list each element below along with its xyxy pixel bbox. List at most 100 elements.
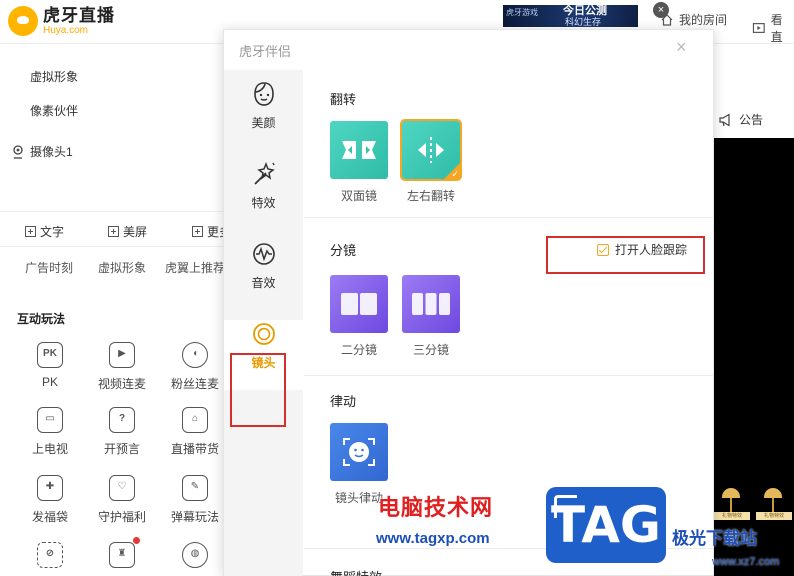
feature-row4-b[interactable]: ♜ <box>92 537 152 568</box>
scene-item-camera[interactable]: 摄像头1 <box>12 143 73 160</box>
building-icon: ♜ <box>109 537 140 568</box>
feature-label: PK <box>41 375 58 389</box>
shortcut-avatar[interactable]: 虚拟形象 <box>98 259 146 276</box>
my-room-link[interactable]: 我的房间 <box>660 11 727 28</box>
watermark-side-name: 极光下载站 <box>672 529 757 548</box>
gift-icon: ♡ <box>109 475 135 501</box>
section-flip-title: 翻转 <box>330 92 357 107</box>
shortcut-recommend[interactable]: 虎翼上推荐 <box>165 259 225 276</box>
close-icon[interactable]: × <box>676 38 687 56</box>
plus-icon <box>25 226 36 237</box>
left-panel: 虚拟形象 像素伙伴 摄像头1 文字 美屏 更多 广告时刻 虚拟形象 虎翼上推荐 … <box>0 45 232 576</box>
divider <box>304 375 714 376</box>
tab-audio-label: 音效 <box>251 276 276 290</box>
feature-danmaku[interactable]: ✎ 弹幕玩法 <box>165 475 225 525</box>
logo-text-en: Huya.com <box>43 24 89 36</box>
magic-wand-icon <box>253 161 275 185</box>
banner-title: 今日公测 <box>563 5 607 17</box>
watermark-site-url: www.tagxp.com <box>376 530 490 547</box>
tab-beauty[interactable]: 美颜 <box>224 80 303 150</box>
divider <box>304 217 714 218</box>
effect-label: 双面镜 <box>340 189 377 203</box>
tab-effects[interactable]: 特效 <box>224 160 303 230</box>
horizontal-flip-thumb: ✓ <box>400 119 462 181</box>
highlight-box-lens-tab <box>230 353 286 427</box>
gift-effect-lamp: 礼物特效 <box>714 488 750 528</box>
watermark-side-url: www.xz7.com <box>712 556 780 568</box>
watch-link[interactable]: 看直 <box>752 11 794 45</box>
play-box-icon <box>752 23 765 33</box>
check-icon: ✓ <box>451 169 459 179</box>
effect-two-split[interactable]: 二分镜 <box>324 275 394 358</box>
announce-label: 公告 <box>739 113 764 127</box>
announce-button[interactable]: 公告 <box>718 111 763 128</box>
effect-label: 二分镜 <box>340 343 377 357</box>
feature-tv[interactable]: ▭ 上电视 <box>20 407 80 457</box>
feature-lucky-bag[interactable]: ✚ 发福袋 <box>20 475 80 525</box>
scene-item-avatar[interactable]: 虚拟形象 <box>30 68 78 85</box>
logo-text-cn: 虎牙直播 <box>43 5 115 25</box>
feature-prophecy[interactable]: ? 开预言 <box>92 407 152 457</box>
plus-icon <box>192 226 203 237</box>
double-mirror-thumb <box>330 121 388 179</box>
lens-icon <box>252 323 275 345</box>
effect-horizontal-flip[interactable]: ✓ 左右翻转 <box>396 119 466 204</box>
my-room-label: 我的房间 <box>679 13 728 27</box>
add-text-button[interactable]: 文字 <box>25 223 64 240</box>
mirror-icon <box>342 141 376 159</box>
feature-fan-link[interactable]: ◖ 粉丝连麦 <box>165 342 225 392</box>
huya-logo-icon <box>8 6 38 36</box>
sound-wave-icon <box>252 243 275 265</box>
add-screen-button[interactable]: 美屏 <box>108 223 147 240</box>
gift-effect-lamp: 礼物特效 <box>756 488 792 528</box>
lamp-label: 礼物特效 <box>714 512 750 520</box>
camera-label: 摄像头1 <box>30 145 73 159</box>
highlight-box-face-tracking <box>546 236 705 274</box>
three-split-icon <box>412 293 450 315</box>
three-split-thumb <box>402 275 460 333</box>
add-screen-label: 美屏 <box>123 225 148 239</box>
feature-guard-welfare[interactable]: ♡ 守护福利 <box>92 475 152 525</box>
huya-logo[interactable]: 虎牙直播 Huya.com <box>8 6 115 36</box>
video-icon: ▶ <box>109 342 135 368</box>
feature-row4-a[interactable]: ⊘ <box>20 542 80 568</box>
megaphone-icon <box>719 112 730 127</box>
interactive-section-title: 互动玩法 <box>17 312 66 326</box>
face-scan-icon <box>343 438 375 466</box>
watermark-site-name: 电脑技术网 <box>378 495 494 520</box>
shortcut-ad-time[interactable]: 广告时刻 <box>25 259 73 276</box>
slash-icon: ⊘ <box>37 542 63 568</box>
feature-live-shopping[interactable]: ⌂ 直播带货 <box>165 407 225 457</box>
ad-banner[interactable]: 虎牙游戏 今日公测 科幻生存 <box>503 5 638 27</box>
feature-label: 开预言 <box>103 442 140 456</box>
feature-video-link[interactable]: ▶ 视频连麦 <box>92 342 152 392</box>
camera-icon <box>13 144 23 159</box>
feature-label: 粉丝连麦 <box>170 377 219 391</box>
feature-label: 守护福利 <box>97 510 146 524</box>
microphone-icon: ◖ <box>182 342 208 368</box>
section-dance-title: 舞蹈特效 <box>330 567 382 576</box>
pk-icon: PK <box>37 342 63 368</box>
two-split-thumb <box>330 275 388 333</box>
feature-row4-c[interactable]: ◍ <box>165 542 225 568</box>
face-icon <box>253 82 274 106</box>
scene-item-pixel-partner[interactable]: 像素伙伴 <box>30 102 78 119</box>
tab-audio[interactable]: 音效 <box>224 240 303 310</box>
feature-label: 视频连麦 <box>97 377 146 391</box>
section-split-title: 分镜 <box>330 243 357 258</box>
effect-three-split[interactable]: 三分镜 <box>396 275 466 358</box>
feature-pk[interactable]: PK PK <box>20 342 80 389</box>
effect-label: 三分镜 <box>412 343 449 357</box>
tab-effects-label: 特效 <box>251 196 276 210</box>
tv-icon: ▭ <box>37 407 63 433</box>
dialog-title: 虎牙伴侣 <box>239 44 292 59</box>
banner-tag: 虎牙游戏 <box>506 8 538 17</box>
notification-dot <box>133 537 140 544</box>
add-text-label: 文字 <box>40 225 65 239</box>
home-icon <box>661 13 673 26</box>
effect-double-mirror[interactable]: 双面镜 <box>324 121 394 204</box>
store-icon: ⌂ <box>182 407 208 433</box>
lucky-bag-icon: ✚ <box>37 475 63 501</box>
shield-icon: ✎ <box>182 475 208 501</box>
dialog-sidebar: 美颜 特效 音效 镜头 <box>224 70 303 576</box>
